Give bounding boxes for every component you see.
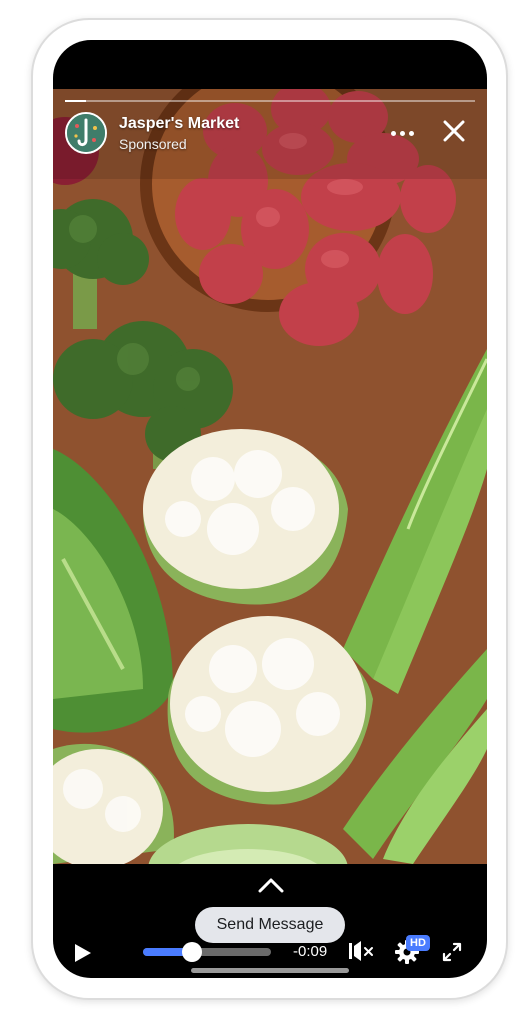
story-screen: Jasper's Market Sponsored Send Message -… <box>53 40 487 978</box>
home-indicator[interactable] <box>191 968 349 973</box>
seek-handle[interactable] <box>181 942 202 962</box>
ad-photo-vegetables[interactable] <box>53 89 487 864</box>
seek-bar[interactable] <box>143 942 271 962</box>
more-dot <box>399 130 405 136</box>
more-dot <box>408 130 414 136</box>
story-progress-fill <box>65 100 86 102</box>
more-icon[interactable] <box>387 118 417 148</box>
mute-icon[interactable] <box>347 938 375 964</box>
advertiser-name[interactable]: Jasper's Market <box>119 115 239 133</box>
send-message-button[interactable]: Send Message <box>195 907 345 943</box>
chevron-up-icon[interactable] <box>257 876 285 894</box>
story-progress-bar <box>65 100 475 102</box>
time-remaining: -0:09 <box>293 943 328 960</box>
close-icon[interactable] <box>441 118 467 144</box>
sponsored-label: Sponsored <box>119 136 187 152</box>
fullscreen-icon[interactable] <box>440 940 464 964</box>
more-dot <box>390 130 396 136</box>
hd-quality-badge[interactable]: HD <box>406 935 430 951</box>
play-icon[interactable] <box>73 942 93 964</box>
advertiser-avatar[interactable] <box>65 112 107 154</box>
story-header: Jasper's Market Sponsored <box>65 112 475 158</box>
